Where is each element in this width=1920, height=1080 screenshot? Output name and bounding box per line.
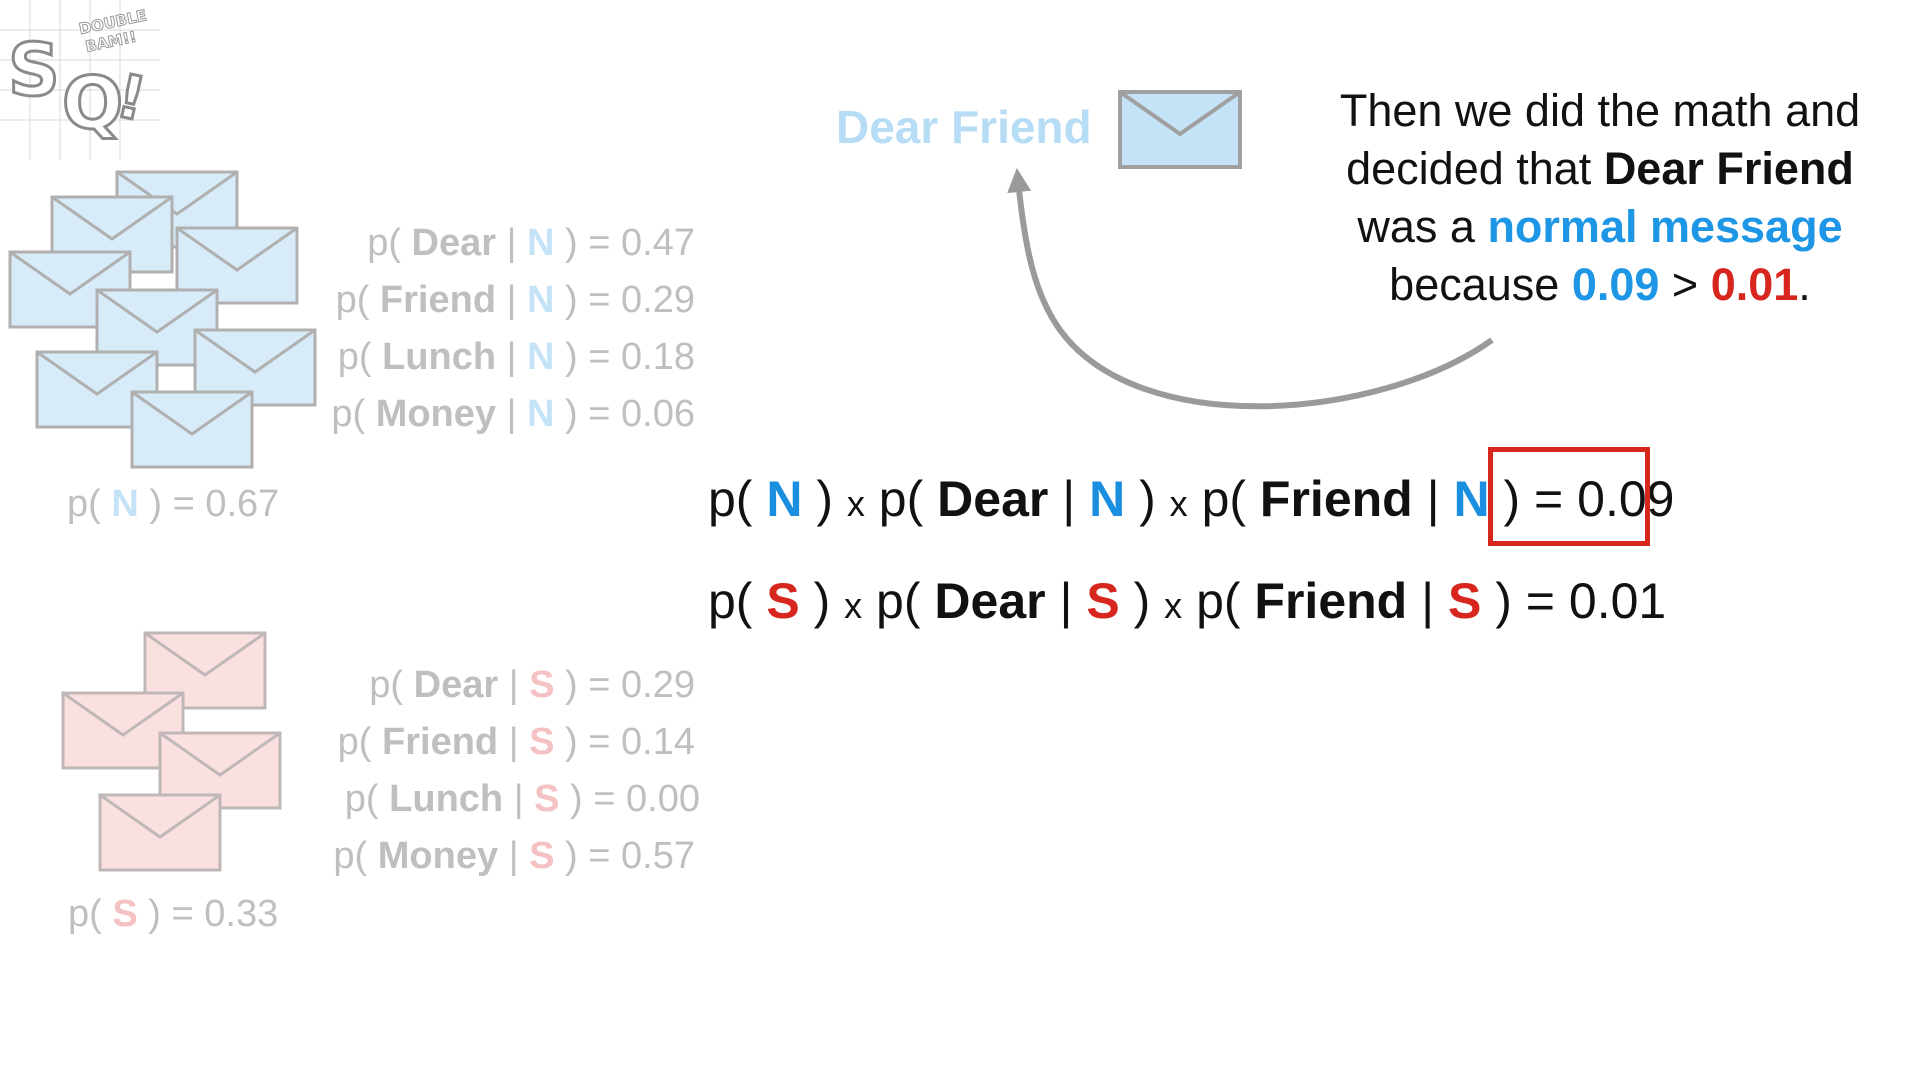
envelope-icon xyxy=(130,390,254,469)
spam-score-result: = 0.01 xyxy=(1525,573,1667,629)
spam-score-equation: p( S ) x p( Dear | S ) x p( Friend | S )… xyxy=(708,573,1667,629)
envelope-icon xyxy=(98,793,222,872)
normal-likelihood-money: p( Money | N ) = 0.06 xyxy=(331,393,695,435)
normal-likelihood-lunch: p( Lunch | N ) = 0.18 xyxy=(337,336,695,378)
result-highlight-box xyxy=(1488,447,1650,546)
normal-envelope-group xyxy=(8,170,317,469)
message-envelope-icon xyxy=(1118,90,1242,169)
normal-likelihood-dear: p( Dear | N ) = 0.47 xyxy=(367,222,695,264)
normal-likelihood-friend: p( Friend | N ) = 0.29 xyxy=(335,279,695,321)
normal-prior: p( N ) = 0.67 xyxy=(67,483,280,525)
spam-likelihood-lunch: p( Lunch | S ) = 0.00 xyxy=(344,778,700,820)
message-label: Dear Friend xyxy=(836,101,1092,153)
spam-likelihood-money: p( Money | S ) = 0.57 xyxy=(333,835,695,877)
spam-likelihood-friend: p( Friend | S ) = 0.14 xyxy=(337,721,695,763)
spam-likelihood-dear: p( Dear | S ) = 0.29 xyxy=(369,664,695,706)
caption-text: Then we did the math and decided that De… xyxy=(1339,85,1861,310)
spam-envelope-group xyxy=(61,631,282,872)
spam-prior: p( S ) = 0.33 xyxy=(68,893,279,935)
